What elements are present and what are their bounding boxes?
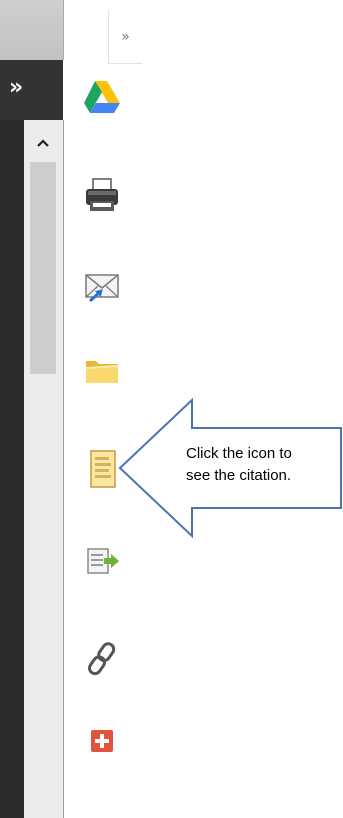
expand-panel-icon[interactable]: » (9, 76, 31, 100)
save-to-folder-button[interactable] (79, 348, 125, 394)
callout-line-1: Click the icon to (186, 445, 292, 462)
callout-line-2: see the citation. (186, 467, 292, 484)
export-icon (87, 548, 119, 574)
folder-icon (85, 361, 119, 383)
link-icon (87, 642, 116, 676)
left-panel-toolbar: » (0, 60, 63, 120)
add-button[interactable] (79, 718, 125, 764)
left-panel-content (0, 120, 24, 818)
left-panel-header (0, 0, 64, 60)
email-button[interactable] (79, 264, 125, 310)
google-drive-icon (84, 81, 120, 113)
google-drive-button[interactable] (79, 74, 125, 120)
email-icon (85, 274, 119, 303)
chevron-up-icon (36, 139, 49, 147)
collapse-toolbar-button[interactable]: » (108, 10, 142, 64)
export-button[interactable] (79, 538, 125, 584)
callout-text: Click the icon to see the citation. (186, 443, 336, 487)
plus-icon (91, 730, 113, 752)
citation-icon (90, 450, 116, 488)
print-button[interactable] (79, 172, 125, 218)
permalink-button[interactable] (79, 636, 125, 682)
scrollbar[interactable] (24, 120, 64, 818)
collapse-chevron-icon: » (121, 28, 130, 45)
printer-icon (86, 178, 118, 211)
scroll-thumb[interactable] (30, 162, 56, 374)
scroll-up-button[interactable] (24, 130, 61, 156)
